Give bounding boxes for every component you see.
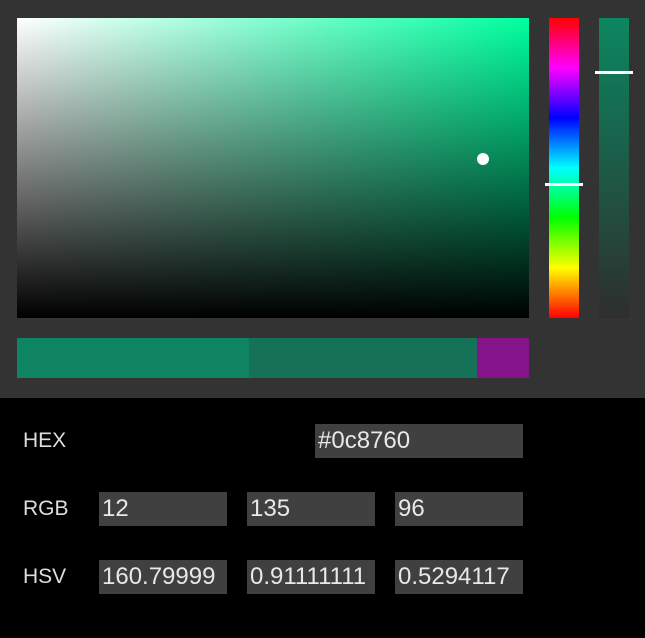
hue-slider[interactable]: [549, 18, 579, 318]
green-input[interactable]: 135: [247, 492, 375, 526]
sv-black-gradient: [17, 18, 529, 318]
swatch-row: [17, 338, 529, 378]
alpha-slider-handle[interactable]: [595, 70, 633, 74]
hue-input[interactable]: 160.79999: [99, 560, 227, 594]
previous-color-swatch[interactable]: [249, 338, 477, 378]
color-picker-panel: [0, 0, 645, 398]
saturation-value-area[interactable]: [17, 18, 529, 318]
hex-label: HEX: [23, 429, 67, 452]
current-color-swatch: [17, 338, 249, 378]
saturation-input[interactable]: 0.91111111: [247, 560, 375, 594]
rgb-label: RGB: [23, 497, 69, 520]
red-input[interactable]: 12: [99, 492, 227, 526]
preset-color-swatch[interactable]: [477, 338, 529, 378]
sv-handle[interactable]: [477, 153, 490, 166]
hex-input[interactable]: #0c8760: [315, 424, 523, 458]
blue-input[interactable]: 96: [395, 492, 523, 526]
hue-slider-handle[interactable]: [545, 182, 583, 186]
hsv-label: HSV: [23, 565, 67, 588]
alpha-slider[interactable]: [599, 18, 629, 318]
value-input[interactable]: 0.5294117: [395, 560, 523, 594]
